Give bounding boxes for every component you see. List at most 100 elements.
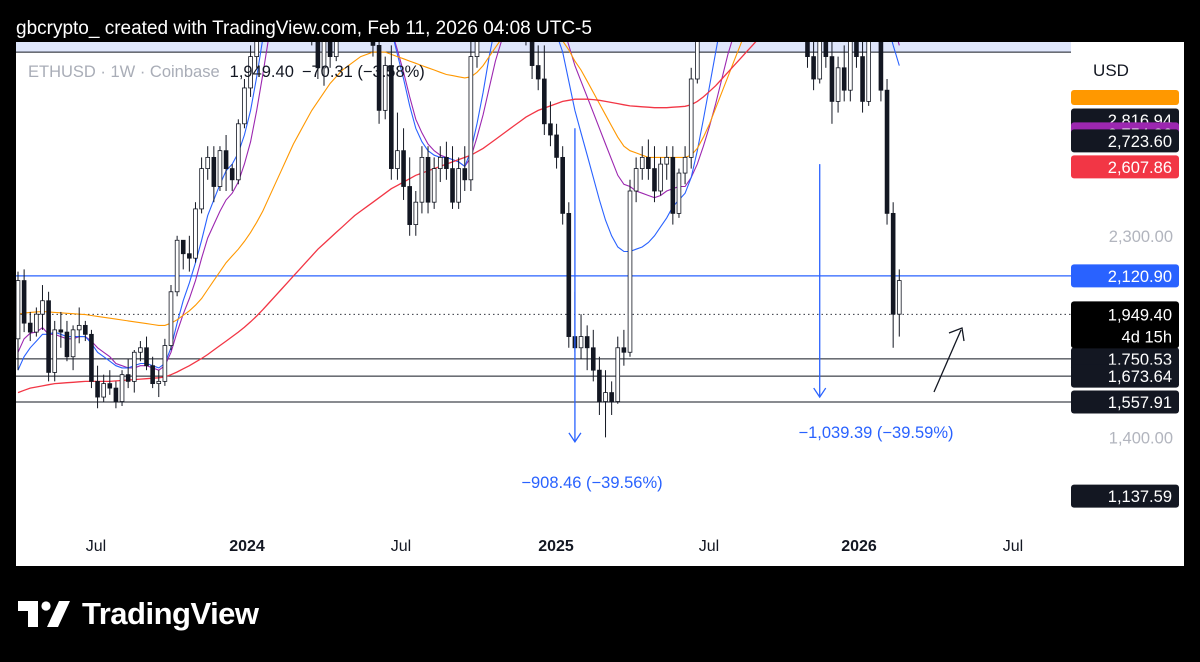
legend-symbol: ETHUSD · 1W · Coinbase (28, 63, 220, 81)
legend-price: 1,949.40 (230, 63, 294, 81)
last-price-value: 1,949.40 (1108, 306, 1172, 324)
candle-body (236, 123, 241, 181)
price-chart[interactable]: ETHUSD · 1W · Coinbase 1,949.40 −70.31 (−3… (16, 42, 1184, 566)
candle-body (462, 168, 468, 181)
candle-body (468, 56, 474, 181)
candle-body (444, 156, 449, 169)
price-tag-text: 1,137.59 (1108, 488, 1172, 506)
candle-body (205, 156, 211, 169)
candle-body (401, 150, 406, 187)
last-price-countdown: 4d 15h (1122, 328, 1172, 346)
candle-body (658, 163, 663, 192)
candle-body (113, 387, 119, 402)
candle (468, 42, 474, 191)
candle-body (21, 280, 27, 324)
attribution-header: gbcrypto_ created with TradingView.com, … (16, 18, 592, 39)
price-tag-text: 2,120.90 (1108, 268, 1172, 286)
x-tick-label: Jul (391, 538, 411, 555)
annotation-drop-2026: −1,039.39 (−39.59%) (798, 424, 953, 442)
candle-body (878, 42, 884, 91)
candle (695, 42, 700, 84)
candle-body (223, 150, 229, 169)
candle-body (70, 329, 76, 358)
candle-body (180, 239, 186, 255)
candle-body (425, 156, 431, 203)
candle-body (682, 156, 688, 174)
currency-button[interactable]: USD (1073, 51, 1179, 89)
candle-body (829, 56, 835, 102)
price-tag: 2,723.60 (1071, 129, 1179, 153)
candle-body (58, 329, 64, 333)
candle-body (664, 156, 670, 165)
candle-body (542, 78, 547, 125)
price-tag: 1,557.91 (1071, 390, 1179, 414)
candle-body (144, 347, 149, 367)
candle-body (627, 190, 633, 353)
price-tag-text: 2,723.60 (1108, 133, 1172, 151)
candle-body (529, 42, 535, 66)
candle-body (395, 150, 400, 169)
candle-body (370, 42, 376, 46)
x-tick-label: Jul (86, 538, 106, 555)
candle (193, 202, 198, 263)
candle-body (676, 172, 682, 214)
price-tag-hidden (1071, 90, 1179, 105)
candle-body (811, 56, 816, 80)
candle-body (187, 253, 192, 259)
candle (162, 338, 168, 386)
candle-body (890, 212, 896, 315)
candle (89, 329, 94, 389)
candle-body (156, 380, 162, 385)
resistance-zone (16, 42, 1071, 53)
candle-body (217, 150, 223, 187)
candle-body (688, 78, 694, 158)
candle-body (431, 168, 437, 203)
chart-panel[interactable]: ETHUSD · 1W · Coinbase 1,949.40 −70.31 (−3… (16, 42, 1184, 566)
candle-body (95, 380, 100, 398)
candle-body (805, 42, 810, 57)
candle-body (46, 300, 51, 373)
candle (627, 179, 633, 357)
candle-body (535, 65, 541, 80)
candle-body (40, 300, 45, 315)
price-tag-text: 1,557.91 (1108, 394, 1172, 412)
candle-body (327, 42, 333, 57)
candle-body (456, 168, 461, 203)
candle-body (83, 324, 88, 335)
candle-body (333, 42, 339, 57)
candle-body (138, 347, 143, 353)
candle-body (242, 87, 247, 125)
currency-label: USD (1093, 61, 1129, 80)
candle-body (199, 168, 204, 210)
candle (884, 78, 890, 225)
candle-body (119, 374, 125, 402)
price-tag: 1,137.59 (1071, 484, 1179, 508)
candle (174, 235, 180, 297)
price-tag: 1,673.64 (1071, 364, 1179, 388)
candle-body (168, 291, 174, 346)
candle-body (125, 374, 131, 382)
candle-body (584, 336, 590, 349)
price-tag: 2,120.90 (1071, 264, 1179, 288)
price-axis-label: 1,400.00 (1109, 429, 1173, 447)
x-tick-label: 2026 (841, 538, 877, 555)
candle-body (896, 280, 902, 315)
candle-body (64, 331, 70, 358)
candle-body (450, 168, 455, 203)
candle-body (841, 67, 847, 91)
candle-body (578, 336, 584, 349)
candle-body (52, 329, 58, 373)
x-tick-label: Jul (699, 538, 719, 555)
x-tick-label: 2024 (229, 538, 265, 555)
candle (817, 42, 823, 84)
candle (46, 291, 51, 382)
candle-body (695, 42, 700, 80)
candle-body (854, 42, 859, 57)
candle-body (34, 313, 39, 333)
candle-body (590, 347, 596, 371)
candle-body (823, 42, 829, 57)
candle-body (646, 156, 651, 169)
candle-body (566, 212, 572, 337)
price-tag: 2,607.86 (1071, 155, 1179, 179)
candle-body (162, 345, 168, 382)
